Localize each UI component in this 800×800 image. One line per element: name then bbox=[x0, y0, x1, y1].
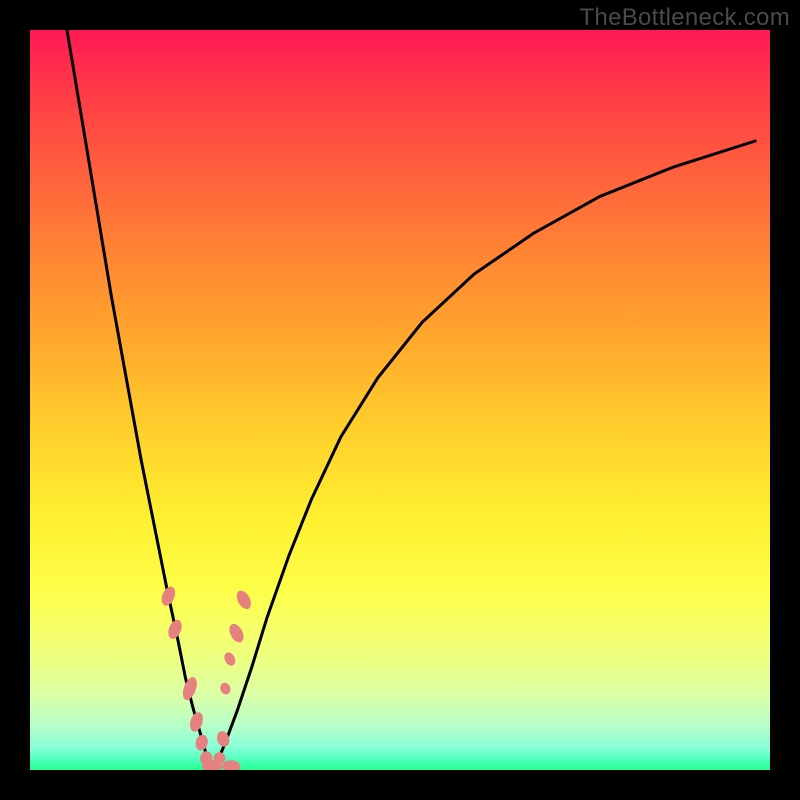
marker-left-1 bbox=[166, 618, 185, 641]
marker-right-3 bbox=[218, 681, 232, 696]
right-curve bbox=[214, 141, 756, 770]
marker-left-3 bbox=[188, 711, 206, 734]
plot-area bbox=[30, 30, 770, 770]
left-curve bbox=[67, 30, 214, 770]
marker-right-2 bbox=[222, 650, 237, 667]
marker-right-0 bbox=[234, 588, 254, 611]
marker-right-1 bbox=[226, 621, 246, 644]
marker-left-0 bbox=[159, 585, 178, 608]
marker-left-4 bbox=[194, 733, 210, 751]
marker-bottom-1 bbox=[222, 760, 240, 770]
chart-frame: TheBottleneck.com bbox=[0, 0, 800, 800]
bottleneck-curve-chart bbox=[30, 30, 770, 770]
marker-left-2 bbox=[180, 675, 199, 702]
attribution-text: TheBottleneck.com bbox=[579, 4, 790, 32]
